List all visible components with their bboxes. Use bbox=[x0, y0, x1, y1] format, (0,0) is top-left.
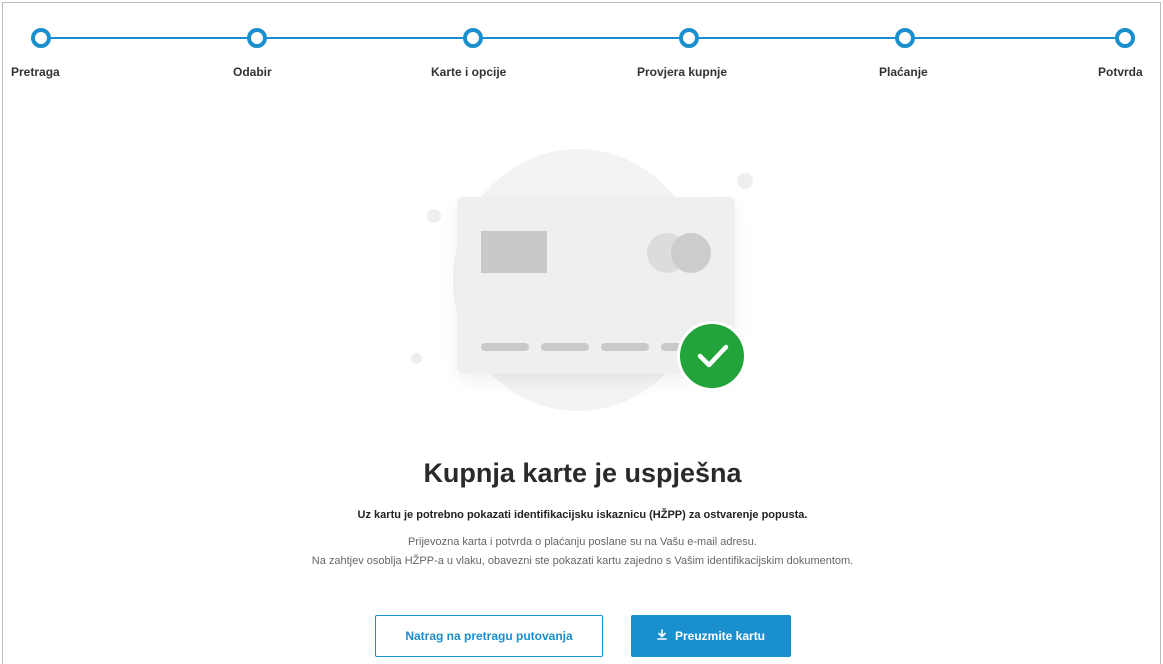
download-icon bbox=[657, 629, 667, 643]
email-info: Prijevozna karta i potvrda o plaćanju po… bbox=[408, 536, 757, 548]
back-to-search-button[interactable]: Natrag na pretragu putovanja bbox=[375, 615, 603, 657]
download-ticket-button[interactable]: Preuzmite kartu bbox=[631, 615, 791, 657]
id-document-info: Na zahtjev osoblja HŽPP-a u vlaku, obave… bbox=[311, 555, 854, 567]
back-to-search-label: Natrag na pretragu putovanja bbox=[405, 629, 573, 643]
card-logo bbox=[671, 233, 711, 273]
decor-dot bbox=[427, 209, 441, 223]
discount-notice: Uz kartu je potrebno pokazati identifika… bbox=[357, 509, 808, 521]
success-illustration bbox=[3, 3, 1162, 443]
decor-dot bbox=[411, 353, 422, 364]
checkmark-icon bbox=[677, 321, 747, 391]
card-number-dash bbox=[601, 343, 649, 351]
card-number-dash bbox=[541, 343, 589, 351]
card-chip bbox=[481, 231, 547, 273]
decor-dot bbox=[737, 173, 753, 189]
card-number-dash bbox=[481, 343, 529, 351]
success-title: Kupnja karte je uspješna bbox=[423, 458, 742, 488]
page-frame: Pretraga Odabir Karte i opcije Provjera … bbox=[2, 2, 1161, 664]
download-ticket-label: Preuzmite kartu bbox=[674, 629, 766, 643]
